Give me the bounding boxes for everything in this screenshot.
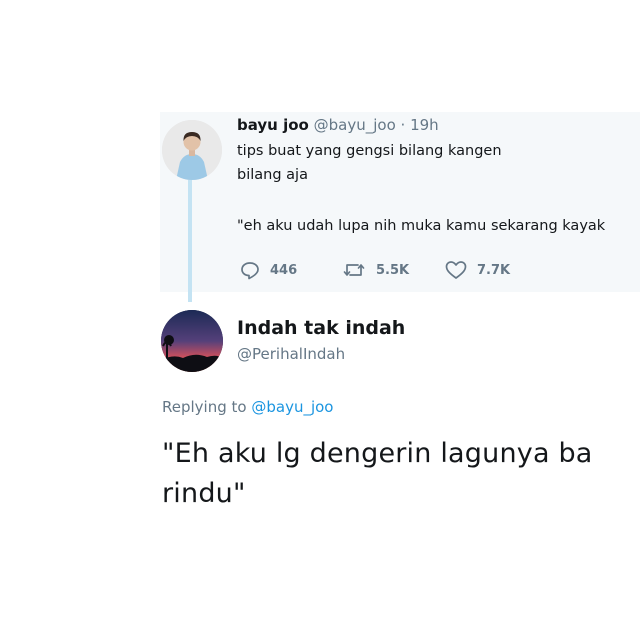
retweet-icon bbox=[343, 264, 365, 276]
reply-author-name[interactable]: Indah tak indah bbox=[237, 317, 405, 339]
reply-count: 446 bbox=[270, 262, 298, 278]
mention-link[interactable]: @bayu_joo bbox=[251, 398, 333, 416]
parent-tweet-line: bilang aja bbox=[237, 167, 308, 183]
thread-connector-line bbox=[188, 178, 192, 302]
avatar[interactable] bbox=[161, 310, 223, 372]
separator-dot: · bbox=[400, 116, 406, 134]
author-name[interactable]: bayu joo bbox=[237, 116, 309, 134]
reply-icon bbox=[241, 262, 259, 280]
reply-button[interactable]: 446 bbox=[240, 260, 297, 280]
avatar[interactable] bbox=[162, 120, 222, 180]
parent-tweet-line: tips buat yang gengsi bilang kangen bbox=[237, 143, 502, 159]
retweet-count: 5.5K bbox=[376, 262, 410, 278]
parent-tweet-header: bayu joo @bayu_joo · 19h bbox=[237, 116, 439, 134]
like-count: 7.7K bbox=[477, 262, 511, 278]
replying-to-label: Replying to bbox=[162, 398, 247, 416]
reply-tweet-line: "Eh aku lg dengerin lagunya ba bbox=[162, 438, 593, 469]
tweet-time[interactable]: 19h bbox=[410, 116, 439, 134]
reply-author-handle[interactable]: @PerihalIndah bbox=[237, 345, 345, 363]
replying-to-line: Replying to @bayu_joo bbox=[162, 398, 333, 416]
author-handle[interactable]: @bayu_joo bbox=[314, 116, 396, 134]
retweet-button[interactable]: 5.5K bbox=[342, 260, 409, 280]
reply-tweet-line: rindu" bbox=[162, 478, 246, 509]
parent-tweet-line: "eh aku udah lupa nih muka kamu sekarang… bbox=[237, 218, 606, 234]
like-button[interactable]: 7.7K bbox=[445, 260, 510, 280]
tweet-screenshot: bayu joo @bayu_joo · 19h tips buat yang … bbox=[0, 0, 640, 640]
like-icon bbox=[445, 261, 467, 279]
